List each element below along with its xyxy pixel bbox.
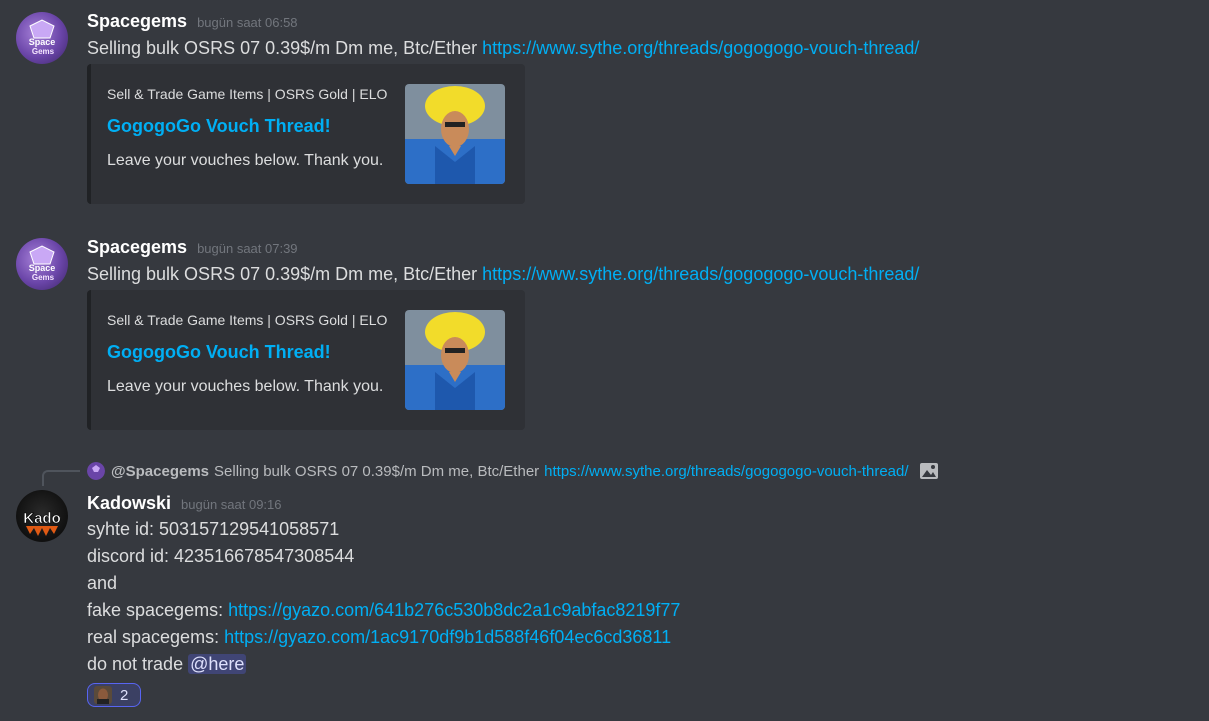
timestamp: bugün saat 06:58 <box>197 15 298 30</box>
author-line: Spacegems bugün saat 07:39 <box>87 237 298 258</box>
author-line: Kadowski bugün saat 09:16 <box>87 493 282 514</box>
character-thumbnail-icon <box>405 84 505 184</box>
gem-logo-icon: Space Gems <box>29 245 56 282</box>
message-content: Selling bulk OSRS 07 0.39$/m Dm me, Btc/… <box>87 261 919 288</box>
do-not-trade-text: do not trade <box>87 654 189 674</box>
real-gyazo-link[interactable]: https://gyazo.com/1ac9170df9b1d588f46f04… <box>224 627 671 647</box>
discord-id-text: discord id: 423516678547308544 <box>87 546 355 566</box>
message-line: fake spacegems: https://gyazo.com/641b27… <box>87 597 680 624</box>
reply-text: Selling bulk OSRS 07 0.39$/m Dm me, Btc/… <box>214 462 540 480</box>
spacegems-avatar[interactable]: Space Gems <box>16 238 68 290</box>
author-name[interactable]: Spacegems <box>87 11 187 32</box>
reaction-count: 2 <box>120 686 129 704</box>
gem-logo-icon <box>87 462 105 480</box>
svg-text:Gems: Gems <box>32 273 55 282</box>
reply-reference[interactable]: @Spacegems Selling bulk OSRS 07 0.39$/m … <box>87 462 939 480</box>
reply-link[interactable]: https://www.sythe.org/threads/gogogogo-v… <box>544 463 908 480</box>
kadowski-avatar[interactable]: Kado <box>16 490 68 542</box>
and-text: and <box>87 573 118 593</box>
message-content: Selling bulk OSRS 07 0.39$/m Dm me, Btc/… <box>87 35 919 62</box>
embed-provider: Sell & Trade Game Items | OSRS Gold | EL… <box>107 312 388 328</box>
message-line: discord id: 423516678547308544 <box>87 543 354 570</box>
sythe-id-text: syhte id: 503157129541058571 <box>87 519 340 539</box>
message-text: Selling bulk OSRS 07 0.39$/m Dm me, Btc/… <box>87 264 483 284</box>
spacegems-avatar[interactable]: Space Gems <box>16 12 68 64</box>
timestamp: bugün saat 09:16 <box>181 497 282 512</box>
author-line: Spacegems bugün saat 06:58 <box>87 11 298 32</box>
reply-author[interactable]: @Spacegems <box>111 463 209 480</box>
link-embed: Sell & Trade Game Items | OSRS Gold | EL… <box>87 290 525 430</box>
reply-avatar <box>87 462 105 480</box>
embed-description: Leave your vouches below. Thank you. <box>107 152 384 169</box>
embed-thumbnail[interactable] <box>405 310 505 410</box>
fake-gyazo-link[interactable]: https://gyazo.com/641b276c530b8dc2a1c9ab… <box>228 600 680 620</box>
image-icon <box>919 463 938 479</box>
face-emoji-icon <box>94 686 112 704</box>
kado-logo-icon: Kado <box>23 510 61 536</box>
gem-logo-icon: Space Gems <box>29 19 56 56</box>
message-line: do not trade @here <box>87 651 247 678</box>
svg-text:Space: Space <box>29 263 56 273</box>
embed-description: Leave your vouches below. Thank you. <box>107 378 384 395</box>
message-text: Selling bulk OSRS 07 0.39$/m Dm me, Btc/… <box>87 38 483 58</box>
character-thumbnail-icon <box>405 310 505 410</box>
embed-thumbnail[interactable] <box>405 84 505 184</box>
thread-link[interactable]: https://www.sythe.org/threads/gogogogo-v… <box>482 264 919 284</box>
fake-label: fake spacegems: <box>87 600 229 620</box>
embed-title[interactable]: GogogoGo Vouch Thread! <box>107 342 331 363</box>
author-name[interactable]: Spacegems <box>87 237 187 258</box>
timestamp: bugün saat 07:39 <box>197 241 298 256</box>
message-line: and <box>87 570 117 597</box>
reply-spine <box>42 470 80 486</box>
svg-text:Kado: Kado <box>23 510 61 527</box>
reaction-button[interactable]: 2 <box>87 683 141 707</box>
svg-text:Space: Space <box>29 37 56 47</box>
link-embed: Sell & Trade Game Items | OSRS Gold | EL… <box>87 64 525 204</box>
embed-title[interactable]: GogogoGo Vouch Thread! <box>107 116 331 137</box>
reaction-emoji <box>94 686 112 704</box>
real-label: real spacegems: <box>87 627 225 647</box>
embed-provider: Sell & Trade Game Items | OSRS Gold | EL… <box>107 86 388 102</box>
message-line: syhte id: 503157129541058571 <box>87 516 339 543</box>
message-line: real spacegems: https://gyazo.com/1ac917… <box>87 624 671 651</box>
author-name[interactable]: Kadowski <box>87 493 171 514</box>
svg-text:Gems: Gems <box>32 47 55 56</box>
thread-link[interactable]: https://www.sythe.org/threads/gogogogo-v… <box>482 38 919 58</box>
here-mention[interactable]: @here <box>188 654 247 674</box>
